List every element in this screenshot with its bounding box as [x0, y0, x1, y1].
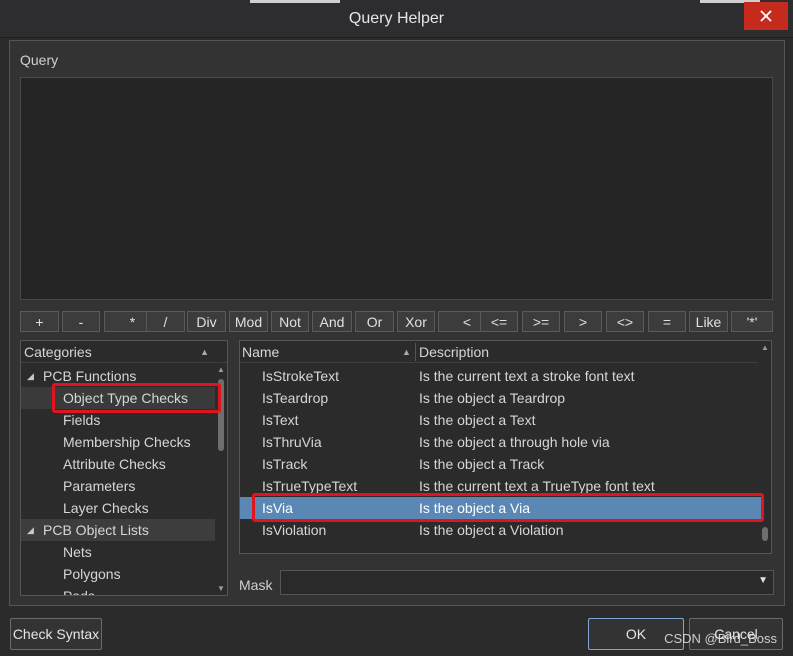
mask-combobox[interactable]: ▼: [280, 570, 774, 595]
op-greater-button[interactable]: >: [564, 311, 602, 332]
scroll-down-icon[interactable]: ▼: [217, 584, 225, 593]
op-equal-button[interactable]: =: [648, 311, 686, 332]
row-description: Is the object a through hole via: [419, 434, 610, 450]
tree-node-label: Polygons: [63, 566, 121, 582]
op-less-equal-button[interactable]: <=: [480, 311, 518, 332]
row-name: IsTrack: [262, 456, 308, 472]
row-name: IsViolation: [262, 522, 327, 538]
tree-node-nets[interactable]: Nets: [21, 541, 215, 563]
row-description: Is the object a Teardrop: [419, 390, 566, 406]
tree-node-label: PCB Object Lists: [43, 522, 149, 538]
tree-node-label: Object Type Checks: [63, 390, 189, 406]
table-row-selected[interactable]: IsVia Is the object a Via: [240, 497, 762, 519]
categories-header[interactable]: Categories ▲: [21, 341, 227, 363]
tree-node-label: Layer Checks: [63, 500, 149, 516]
op-divide-button[interactable]: /: [146, 311, 185, 332]
op-div-button[interactable]: Div: [187, 311, 226, 332]
op-greater-equal-button[interactable]: >=: [522, 311, 560, 332]
tree-node-parameters[interactable]: Parameters: [21, 475, 215, 497]
op-xor-button[interactable]: Xor: [397, 311, 435, 332]
title-bar: Query Helper: [0, 0, 793, 38]
sort-up-icon: ▲: [200, 347, 209, 357]
close-button[interactable]: [744, 2, 788, 30]
op-and-button[interactable]: And: [312, 311, 352, 332]
op-like-button[interactable]: Like: [689, 311, 728, 332]
close-icon: [760, 10, 772, 22]
op-wildcard-button[interactable]: '*': [731, 311, 773, 332]
categories-panel: Categories ▲ ◢ PCB Functions Object Type…: [20, 340, 228, 596]
categories-header-label: Categories: [24, 344, 92, 360]
tree-node-membership-checks[interactable]: Membership Checks: [21, 431, 215, 453]
table-row[interactable]: IsStrokeText Is the current text a stroke…: [240, 365, 762, 387]
background-window-strip: [250, 0, 340, 3]
table-row[interactable]: IsViolation Is the object a Violation: [240, 519, 762, 541]
tree-node-fields[interactable]: Fields: [21, 409, 215, 431]
tree-node-attribute-checks[interactable]: Attribute Checks: [21, 453, 215, 475]
categories-tree: ◢ PCB Functions Object Type Checks Field…: [21, 365, 215, 596]
row-description: Is the object a Violation: [419, 522, 564, 538]
expanded-triangle-icon[interactable]: ◢: [27, 519, 34, 541]
table-row[interactable]: IsText Is the object a Text: [240, 409, 762, 431]
row-name: IsTrueTypeText: [262, 478, 358, 494]
row-description: Is the object a Track: [419, 456, 545, 472]
row-name: IsThruVia: [262, 434, 322, 450]
watermark: CSDN @Bird_Boss: [664, 631, 777, 646]
tree-node-label: Attribute Checks: [63, 456, 166, 472]
expanded-triangle-icon[interactable]: ◢: [27, 365, 34, 387]
tree-node-pads[interactable]: Pads: [21, 585, 215, 596]
tree-node-label: PCB Functions: [43, 368, 137, 384]
sort-up-icon: ▲: [402, 347, 411, 357]
row-description: Is the object a Text: [419, 412, 536, 428]
tree-node-polygons[interactable]: Polygons: [21, 563, 215, 585]
check-syntax-button[interactable]: Check Syntax: [10, 618, 102, 650]
op-not-equal-button[interactable]: <>: [606, 311, 644, 332]
row-description: Is the current text a stroke font text: [419, 368, 635, 384]
scroll-up-icon[interactable]: ▲: [217, 365, 225, 374]
op-minus-button[interactable]: -: [62, 311, 100, 332]
chevron-down-icon[interactable]: ▼: [758, 575, 768, 586]
scroll-thumb[interactable]: [762, 527, 768, 541]
column-name-header[interactable]: Name: [242, 341, 279, 363]
row-name: IsText: [262, 412, 299, 428]
tree-node-label: Nets: [63, 544, 92, 560]
functions-list: IsStrokeText Is the current text a stroke…: [240, 365, 762, 541]
table-row[interactable]: IsTrack Is the object a Track: [240, 453, 762, 475]
tree-node-object-type-checks[interactable]: Object Type Checks: [21, 387, 215, 409]
scroll-thumb[interactable]: [218, 379, 224, 451]
op-or-button[interactable]: Or: [355, 311, 394, 332]
tree-node-label: Parameters: [63, 478, 136, 494]
scroll-up-icon[interactable]: ▲: [761, 343, 769, 352]
tree-node-pcb-object-lists[interactable]: ◢ PCB Object Lists: [21, 519, 215, 541]
op-not-button[interactable]: Not: [271, 311, 309, 332]
categories-scrollbar[interactable]: ▲ ▼: [217, 365, 225, 593]
tree-node-label: Pads: [63, 588, 95, 596]
query-editor[interactable]: [20, 77, 773, 300]
tree-node-layer-checks[interactable]: Layer Checks: [21, 497, 215, 519]
row-description: Is the object a Via: [419, 500, 531, 516]
list-header: Name ▲ Description: [240, 341, 758, 363]
tree-node-label: Fields: [63, 412, 101, 428]
op-mod-button[interactable]: Mod: [229, 311, 268, 332]
column-description-header[interactable]: Description: [419, 341, 489, 363]
list-scrollbar[interactable]: ▲: [761, 341, 769, 551]
mask-label: Mask: [239, 577, 273, 593]
query-label: Query: [20, 52, 59, 68]
tree-node-label: Membership Checks: [63, 434, 191, 450]
window-title: Query Helper: [348, 10, 445, 27]
op-plus-button[interactable]: +: [20, 311, 59, 332]
table-row[interactable]: IsTeardrop Is the object a Teardrop: [240, 387, 762, 409]
table-row[interactable]: IsThruVia Is the object a through hole vi…: [240, 431, 762, 453]
functions-list-panel: Name ▲ Description IsStrokeText Is the cu…: [239, 340, 772, 554]
row-name: IsTeardrop: [262, 390, 329, 406]
tree-node-pcb-functions[interactable]: ◢ PCB Functions: [21, 365, 215, 387]
row-description: Is the current text a TrueType font text: [419, 478, 655, 494]
table-row[interactable]: IsTrueTypeText Is the current text a True…: [240, 475, 762, 497]
row-name: IsVia: [262, 500, 293, 516]
column-divider[interactable]: [415, 343, 416, 361]
row-name: IsStrokeText: [262, 368, 340, 384]
